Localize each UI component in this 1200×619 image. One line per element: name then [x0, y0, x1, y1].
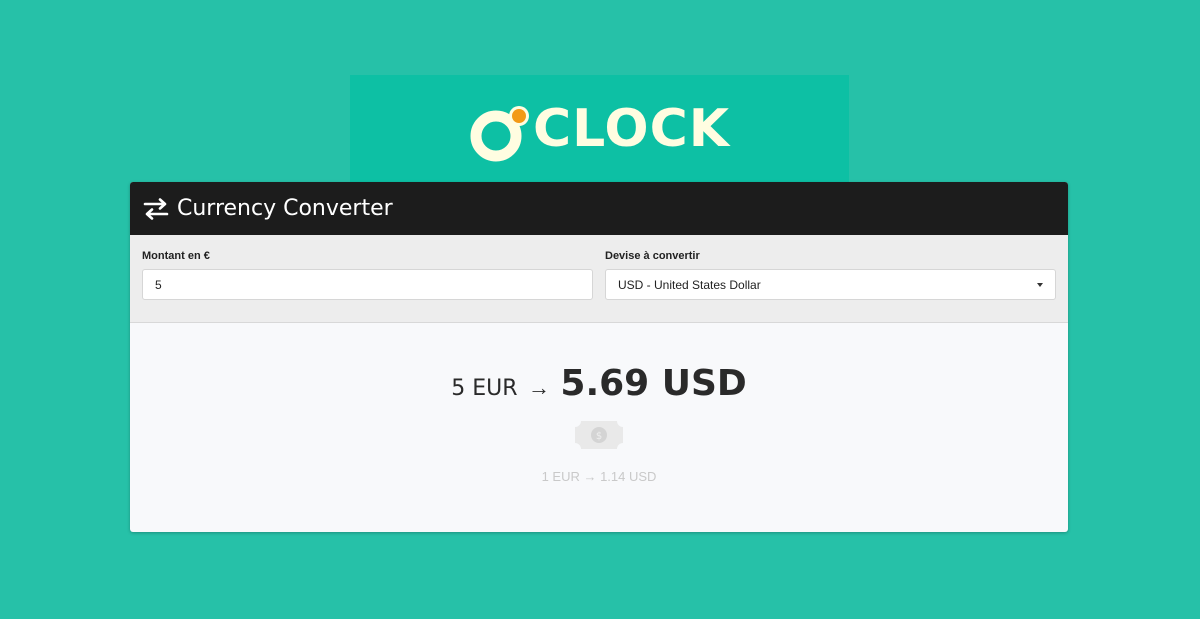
- brand-logo-banner: CLOCK: [350, 75, 849, 182]
- currency-label: Devise à convertir: [605, 250, 700, 262]
- currency-select[interactable]: USD - United States Dollar: [605, 269, 1056, 300]
- logo-wordmark: CLOCK: [532, 98, 731, 159]
- money-bill-icon: $: [575, 421, 623, 449]
- exchange-rate: 1 EUR → 1.14 USD: [541, 469, 657, 484]
- converter-card: Currency Converter Montant en € Devise à…: [130, 182, 1068, 532]
- currency-select-value: USD - United States Dollar: [618, 277, 761, 292]
- swap-arrows-icon: [143, 197, 169, 220]
- result-converted-amount: 5.69 USD: [560, 363, 747, 404]
- arrow-right-icon: →: [527, 375, 550, 400]
- brand-logo: CLOCK: [469, 94, 730, 164]
- card-header: Currency Converter: [130, 182, 1068, 235]
- chevron-down-icon: [1037, 282, 1043, 287]
- logo-o-icon: [469, 102, 529, 161]
- converter-form: Montant en € Devise à convertir USD - Un…: [130, 235, 1068, 323]
- amount-label: Montant en €: [142, 250, 210, 262]
- amount-field: Montant en €: [142, 249, 593, 300]
- svg-text:$: $: [596, 431, 602, 442]
- currency-field: Devise à convertir USD - United States D…: [605, 249, 1056, 300]
- page-title: Currency Converter: [177, 196, 393, 221]
- result-source-amount: 5 EUR: [451, 376, 518, 401]
- conversion-result: 5 EUR → 5.69 USD: [130, 363, 1068, 404]
- amount-input[interactable]: [142, 269, 593, 300]
- result-panel: 5 EUR → 5.69 USD $ 1 EUR → 1.14 USD: [130, 323, 1068, 532]
